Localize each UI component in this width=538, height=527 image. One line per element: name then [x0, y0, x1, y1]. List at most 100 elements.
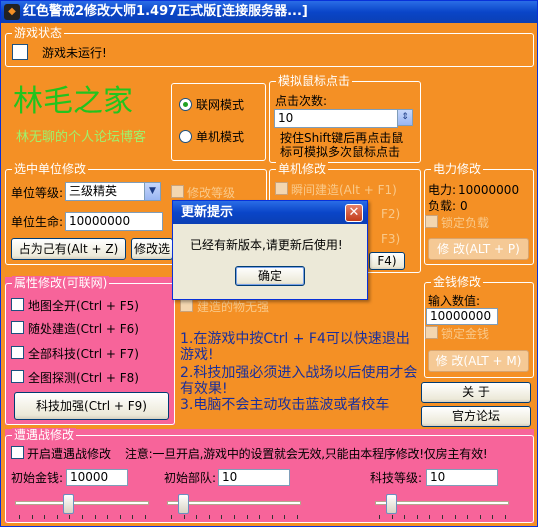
unit-level-select[interactable]: 三级精英 ▼ [65, 182, 161, 201]
lock-money-label: 锁定金钱 [441, 327, 490, 341]
slider-tick [183, 515, 185, 519]
unit-level-value: 三级精英 [69, 184, 118, 198]
slider-thumb[interactable] [63, 494, 75, 514]
dialog-title[interactable]: 更新提示 [173, 201, 367, 224]
attr-label-1: 地图全开(Ctrl + F5) [28, 299, 139, 313]
attr-checkbox-2[interactable] [11, 321, 24, 334]
tip-1: 1.在游戏中按Ctrl + F4可以快速退出游戏! [180, 331, 410, 363]
forum-button[interactable]: 官方论坛 [421, 406, 531, 427]
slider-tick [234, 515, 235, 519]
slider-tick [44, 515, 46, 519]
lock-money-checkbox[interactable] [425, 326, 438, 339]
occupy-button[interactable]: 占为己有(Alt + Z) [11, 238, 126, 260]
slider-tick [196, 515, 198, 519]
main-window: ◆ 红色警戒2修改大师1.497正式版[连接服务器...] 游戏状态 游戏未运行… [0, 0, 538, 527]
slider-tick [132, 515, 134, 519]
close-icon[interactable]: ✕ [345, 204, 363, 222]
troops-start-input[interactable]: 10 [218, 469, 290, 486]
game-status-checkbox[interactable] [12, 44, 28, 60]
single-mode-radio[interactable] [179, 130, 192, 143]
troops-start-label: 初始部队: [164, 471, 217, 485]
slider-tick [221, 515, 223, 519]
mouse-sim-note: 按住Shift键后再点击鼠标可模拟多次鼠标点击 [280, 131, 404, 159]
group-mode [171, 83, 266, 161]
chevron-down-icon[interactable]: ▼ [144, 183, 160, 200]
troops-slider[interactable] [165, 493, 303, 519]
attr-label-3: 全部科技(Ctrl + F7) [28, 347, 139, 361]
slider-tick [492, 515, 494, 519]
slider-tick [284, 515, 286, 519]
unit-hp-input[interactable]: 10000000 [65, 212, 163, 231]
slider-tick [479, 515, 481, 519]
money-input[interactable]: 10000000 [426, 308, 498, 325]
slider-tick [19, 515, 20, 519]
modify-unit-button[interactable]: 修改选 [131, 238, 173, 260]
modify-money-button[interactable]: 修 改(ALT + M) [428, 350, 529, 372]
tech-level-label: 科技等级: [370, 471, 423, 485]
modify-level-label: 修改等级 [187, 186, 236, 200]
slider-thumb[interactable] [385, 494, 397, 514]
dialog-ok-button[interactable]: 确定 [235, 266, 305, 286]
tip-3: 3.电脑不会主动攻击蓝波或者校车 [180, 397, 390, 413]
tech-boost-button[interactable]: 科技加强(Ctrl + F9) [14, 392, 169, 420]
f3-label: F3) [381, 232, 401, 246]
online-mode-radio[interactable] [179, 98, 192, 111]
attr-checkbox-3[interactable] [11, 346, 24, 359]
fast-build-checkbox[interactable] [275, 182, 288, 195]
slider-tick [259, 515, 261, 519]
attr-checkbox-1[interactable] [11, 298, 24, 311]
modify-level-checkbox[interactable] [171, 185, 184, 198]
title-bar[interactable]: ◆ 红色警戒2修改大师1.497正式版[连接服务器...] [1, 1, 537, 23]
group-title: 金钱修改 [431, 275, 484, 289]
slider-tick [467, 515, 469, 519]
window-title: 红色警戒2修改大师1.497正式版[连接服务器...] [23, 4, 308, 19]
clicks-spinner[interactable]: ⇕ [397, 109, 413, 126]
invincible-label: 建造的物无强 [197, 300, 270, 314]
attr-label-4: 全图探测(Ctrl + F8) [28, 371, 139, 385]
slider-tick [416, 515, 418, 519]
slider-tick [379, 515, 380, 519]
slider-tick [297, 515, 298, 519]
power-label: 电力: [428, 183, 457, 197]
slider-tick [145, 515, 146, 519]
lock-load-checkbox[interactable] [425, 215, 438, 228]
slider-tick [119, 515, 121, 519]
money-slider[interactable] [13, 493, 151, 519]
attr-label-2: 随处建造(Ctrl + F6) [28, 322, 139, 336]
dialog-message: 已经有新版本,请更新后使用! [190, 238, 343, 252]
group-title: 模拟鼠标点击 [276, 74, 353, 88]
brand-subtitle: 林无聊的个人论坛博客 [16, 130, 147, 145]
group-title: 游戏状态 [12, 26, 65, 40]
online-mode-label: 联网模式 [196, 98, 245, 112]
slider-tick [271, 515, 273, 519]
slider-tick [404, 515, 406, 519]
group-title: 选中单位修改 [12, 162, 89, 176]
slider-tick [107, 515, 109, 519]
money-start-input[interactable]: 10000 [66, 469, 128, 486]
tech-slider[interactable] [373, 493, 511, 519]
about-button[interactable]: 关 于 [421, 382, 531, 403]
single-mode-label: 单机模式 [196, 130, 245, 144]
encounter-enable-checkbox[interactable] [11, 446, 24, 459]
tech-level-input[interactable]: 10 [426, 469, 498, 486]
encounter-enable-label: 开启遭遇战修改 [27, 447, 112, 461]
group-title: 属性修改(可联网) [12, 276, 110, 290]
f4-button[interactable]: F4) [369, 252, 405, 270]
slider-tick [69, 515, 71, 519]
encounter-note: 注意:一旦开启,游戏中的设置就会无效,只能由本程序修改!仅房主有效! [125, 447, 488, 461]
slider-tick [94, 515, 96, 519]
power-value: 10000000 [458, 183, 520, 197]
clicks-input[interactable]: 10 [274, 109, 398, 128]
slider-tick [82, 515, 83, 519]
invincible-checkbox[interactable] [180, 299, 193, 312]
update-dialog: 更新提示 ✕ 已经有新版本,请更新后使用! 确定 [172, 200, 368, 300]
attr-checkbox-4[interactable] [11, 370, 24, 383]
slider-thumb[interactable] [177, 494, 189, 514]
money-input-label: 输入数值: [428, 294, 481, 308]
slider-tick [56, 515, 58, 519]
slider-tick [171, 515, 172, 519]
slider-tick [31, 515, 33, 519]
modify-power-button[interactable]: 修 改(ALT + P) [428, 238, 529, 260]
unit-hp-label: 单位生命: [11, 215, 64, 229]
slider-track[interactable] [15, 501, 149, 505]
